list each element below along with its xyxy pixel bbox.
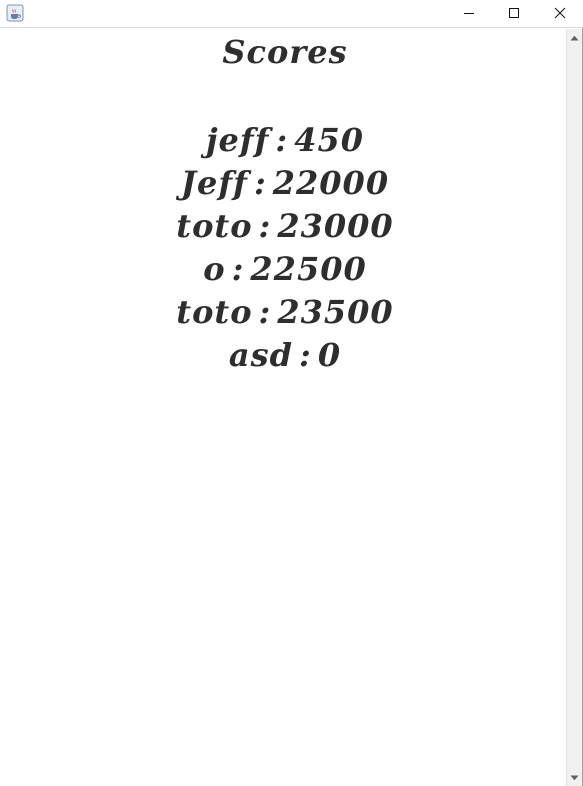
separator: : — [275, 121, 289, 159]
scroll-down-arrow-icon — [570, 775, 579, 780]
vertical-scrollbar[interactable] — [566, 29, 582, 786]
scores-panel: Scores jeff:450 Jeff:22000 toto:23000 o:… — [0, 29, 566, 786]
separator: : — [258, 207, 272, 245]
minimize-icon — [464, 13, 474, 14]
player-score: 0 — [317, 336, 342, 374]
close-icon — [554, 7, 566, 19]
player-score: 450 — [294, 121, 365, 159]
java-cup-icon — [6, 4, 24, 22]
score-row: o:22500 — [0, 248, 570, 291]
maximize-button[interactable] — [491, 0, 537, 26]
scroll-up-button[interactable] — [567, 29, 582, 46]
player-name: Jeff — [180, 164, 248, 202]
scroll-up-arrow-icon — [570, 35, 579, 40]
page-title: Scores — [222, 33, 348, 71]
maximize-icon — [509, 8, 519, 18]
separator: : — [258, 293, 272, 331]
player-name: toto — [176, 293, 253, 331]
player-score: 22000 — [272, 164, 390, 202]
separator: : — [231, 250, 245, 288]
score-row: toto:23000 — [0, 205, 570, 248]
player-score: 23000 — [277, 207, 394, 245]
title-bar[interactable] — [0, 0, 583, 28]
close-button[interactable] — [537, 0, 583, 26]
score-row: jeff:450 — [0, 119, 570, 162]
player-score: 23500 — [277, 293, 394, 331]
score-row: toto:23500 — [0, 291, 570, 334]
player-name: jeff — [205, 121, 270, 159]
separator: : — [253, 164, 267, 202]
score-row: Jeff:22000 — [0, 162, 570, 205]
separator: : — [299, 336, 312, 374]
player-name: o — [203, 250, 226, 288]
player-name: asd — [228, 336, 294, 374]
score-row: asd:0 — [0, 334, 570, 377]
minimize-button[interactable] — [446, 0, 492, 26]
scores-window: Scores jeff:450 Jeff:22000 toto:23000 o:… — [0, 0, 583, 786]
score-list: jeff:450 Jeff:22000 toto:23000 o:22500 t… — [0, 119, 570, 377]
player-score: 22500 — [250, 250, 367, 288]
scroll-down-button[interactable] — [567, 769, 582, 786]
player-name: toto — [176, 207, 253, 245]
